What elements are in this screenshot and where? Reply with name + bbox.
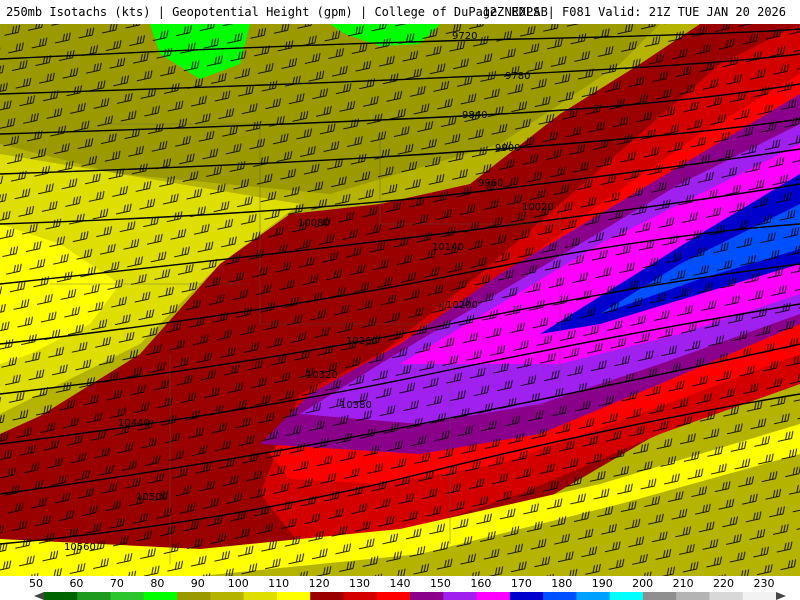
contour-label: 10020 <box>522 202 554 213</box>
legend-swatch <box>609 592 644 600</box>
legend-tick-label: 90 <box>191 577 205 590</box>
contour-label: 9960 <box>478 178 503 189</box>
contour-label: 10140 <box>432 242 464 253</box>
legend-tick-labels: 50 60 70 80 90 100 110 120 130 140 150 160 170 180 190… <box>29 577 775 590</box>
legend-swatch <box>310 592 344 600</box>
legend-swatch <box>509 592 544 600</box>
legend-tick-label: 70 <box>110 577 124 590</box>
contour-label: 10500 <box>136 492 168 503</box>
contour-label: 9840 <box>462 110 487 121</box>
legend-swatch <box>210 592 245 600</box>
legend-swatch <box>376 592 411 600</box>
legend-tick-label: 100 <box>228 577 249 590</box>
contour-label: 10260 <box>346 336 378 347</box>
legend-swatch <box>742 592 777 600</box>
legend-tick-label: 210 <box>673 577 694 590</box>
legend-swatch <box>443 592 478 600</box>
legend-tick-label: 190 <box>592 577 613 590</box>
legend-swatch <box>410 592 444 600</box>
isotach-legend: 50 60 70 80 90 100 110 120 130 140 150 160 170 180 190… <box>0 576 800 600</box>
legend-swatch <box>44 592 78 600</box>
contour-label: 10560 <box>64 542 96 553</box>
legend-tick-label: 180 <box>551 577 572 590</box>
legend-tick-label: 200 <box>632 577 653 590</box>
legend-tick-label: 60 <box>69 577 83 590</box>
legend-tick-label: 110 <box>268 577 289 590</box>
map-header: 250mb Isotachs (kts) | Geopotential Heig… <box>0 0 800 24</box>
legend-tick-label: 120 <box>309 577 330 590</box>
legend-tick-label: 150 <box>430 577 451 590</box>
legend-swatch <box>476 592 511 600</box>
legend-arrow-left <box>34 592 44 600</box>
legend-arrow-right <box>776 592 786 600</box>
legend-tick-label: 230 <box>754 577 775 590</box>
contour-label: 9900 <box>495 143 520 154</box>
legend-tick-label: 170 <box>511 577 532 590</box>
legend-swatch <box>110 592 145 600</box>
product-title: 250mb Isotachs (kts) | Geopotential Heig… <box>6 5 548 19</box>
legend-swatch <box>576 592 611 600</box>
legend-swatch <box>543 592 577 600</box>
legend-tick-label: 130 <box>349 577 370 590</box>
legend-swatch <box>177 592 211 600</box>
contour-label: 9780 <box>505 71 530 82</box>
legend-tick-label: 160 <box>470 577 491 590</box>
legend-swatch <box>276 592 311 600</box>
legend-swatch <box>676 592 710 600</box>
contour-label: 10080 <box>298 218 330 229</box>
wind-barbs <box>0 24 800 576</box>
model-valid-time: 12Z RDPS | F081 Valid: 21Z TUE JAN 20 20… <box>482 5 786 19</box>
contour-label: 10200 <box>446 300 478 311</box>
isotach-map: 9720 9780 9840 9900 9960 10020 10080 101… <box>0 24 800 576</box>
contour-label: 10440 <box>118 418 150 429</box>
legend-swatch <box>642 592 677 600</box>
contour-label: 9720 <box>452 31 477 42</box>
legend-tick-label: 50 <box>29 577 43 590</box>
legend-swatch <box>77 592 112 600</box>
legend-swatch <box>343 592 378 600</box>
legend-swatch <box>243 592 278 600</box>
legend-tick-label: 140 <box>390 577 411 590</box>
legend-tick-label: 220 <box>713 577 734 590</box>
legend-swatch <box>143 592 178 600</box>
contour-label: 10380 <box>340 400 372 411</box>
legend-swatch <box>709 592 744 600</box>
contour-label: 10320 <box>306 370 338 381</box>
legend-tick-label: 80 <box>150 577 164 590</box>
legend-colorbar <box>44 592 777 600</box>
